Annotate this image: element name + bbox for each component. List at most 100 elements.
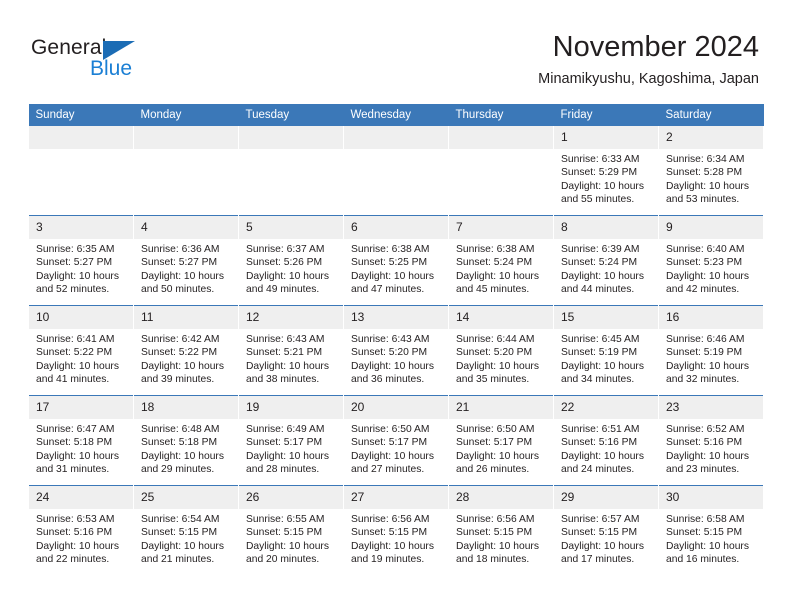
sunrise-text: Sunrise: 6:53 AM [36,514,115,525]
sunset-text: Sunset: 5:17 PM [456,437,533,449]
calendar-day-cell[interactable]: 29 Sunrise: 6:57 AM Sunset: 5:15 PM Dayligh… [553,485,659,575]
sunrise-text: Sunrise: 6:41 AM [36,334,115,345]
day-number: 23 [659,396,763,419]
day-number [134,126,238,149]
sunrise-text: Sunrise: 6:56 AM [351,514,430,525]
calendar-day-cell[interactable]: 22 Sunrise: 6:51 AM Sunset: 5:16 PM Dayligh… [553,395,659,486]
calendar-week-row: 24 Sunrise: 6:53 AM Sunset: 5:16 PM Dayligh… [28,485,764,575]
calendar-body: 1 Sunrise: 6:33 AM Sunset: 5:29 PM Daylight… [28,126,764,575]
calendar-day-cell[interactable]: 9 Sunrise: 6:40 AM Sunset: 5:23 PM Daylight… [658,215,764,306]
day-number: 13 [344,306,448,329]
calendar-day-cell-empty [28,126,134,216]
calendar-week-row: 10 Sunrise: 6:41 AM Sunset: 5:22 PM Dayligh… [28,305,764,396]
day-details: Sunrise: 6:53 AM Sunset: 5:16 PM Daylight:… [29,509,133,566]
sunrise-text: Sunrise: 6:50 AM [456,424,535,435]
daylight-text-line1: Daylight: 10 hours [246,540,329,552]
sunset-text: Sunset: 5:15 PM [246,527,323,539]
sunrise-text: Sunrise: 6:33 AM [561,154,640,165]
title-block: November 2024 Minamikyushu, Kagoshima, J… [538,30,759,88]
daylight-text-line1: Daylight: 10 hours [141,450,224,462]
daylight-text-line1: Daylight: 10 hours [36,540,119,552]
day-details: Sunrise: 6:45 AM Sunset: 5:19 PM Daylight:… [554,329,658,386]
sunset-text: Sunset: 5:19 PM [666,347,743,359]
daylight-text-line1: Daylight: 10 hours [456,360,539,372]
calendar-day-cell[interactable]: 25 Sunrise: 6:54 AM Sunset: 5:15 PM Dayligh… [133,485,239,575]
calendar-day-cell[interactable]: 7 Sunrise: 6:38 AM Sunset: 5:24 PM Daylight… [448,215,554,306]
sunrise-text: Sunrise: 6:50 AM [351,424,430,435]
day-number: 30 [659,486,763,509]
sunrise-text: Sunrise: 6:43 AM [246,334,325,345]
daylight-text-line1: Daylight: 10 hours [36,360,119,372]
calendar-day-cell[interactable]: 27 Sunrise: 6:56 AM Sunset: 5:15 PM Dayligh… [343,485,449,575]
sunrise-text: Sunrise: 6:35 AM [36,244,115,255]
day-details: Sunrise: 6:43 AM Sunset: 5:21 PM Daylight:… [239,329,343,386]
calendar-day-cell[interactable]: 26 Sunrise: 6:55 AM Sunset: 5:15 PM Dayligh… [238,485,344,575]
sunset-text: Sunset: 5:22 PM [141,347,218,359]
daylight-text-line1: Daylight: 10 hours [36,270,119,282]
calendar-day-cell[interactable]: 19 Sunrise: 6:49 AM Sunset: 5:17 PM Dayligh… [238,395,344,486]
daylight-text-line1: Daylight: 10 hours [246,270,329,282]
daylight-text-line2: and 42 minutes. [666,283,740,295]
daylight-text-line2: and 50 minutes. [141,283,215,295]
calendar-day-cell[interactable]: 18 Sunrise: 6:48 AM Sunset: 5:18 PM Dayligh… [133,395,239,486]
sunset-text: Sunset: 5:15 PM [561,527,638,539]
day-details: Sunrise: 6:37 AM Sunset: 5:26 PM Daylight:… [239,239,343,296]
calendar-day-cell[interactable]: 10 Sunrise: 6:41 AM Sunset: 5:22 PM Dayligh… [28,305,134,396]
sunset-text: Sunset: 5:21 PM [246,347,323,359]
day-number [29,126,133,149]
calendar-day-cell[interactable]: 17 Sunrise: 6:47 AM Sunset: 5:18 PM Dayligh… [28,395,134,486]
calendar-day-cell-empty [343,126,449,216]
daylight-text-line2: and 47 minutes. [351,283,425,295]
weekday-header-tuesday: Tuesday [238,104,344,126]
calendar-day-cell[interactable]: 28 Sunrise: 6:56 AM Sunset: 5:15 PM Dayligh… [448,485,554,575]
daylight-text-line2: and 49 minutes. [246,283,320,295]
calendar-day-cell[interactable]: 2 Sunrise: 6:34 AM Sunset: 5:28 PM Daylight… [658,126,764,216]
calendar-day-cell[interactable]: 21 Sunrise: 6:50 AM Sunset: 5:17 PM Dayligh… [448,395,554,486]
sunset-text: Sunset: 5:15 PM [351,527,428,539]
daylight-text-line1: Daylight: 10 hours [666,180,749,192]
calendar-day-cell[interactable]: 23 Sunrise: 6:52 AM Sunset: 5:16 PM Dayligh… [658,395,764,486]
calendar-day-cell[interactable]: 8 Sunrise: 6:39 AM Sunset: 5:24 PM Daylight… [553,215,659,306]
calendar-day-cell[interactable]: 4 Sunrise: 6:36 AM Sunset: 5:27 PM Daylight… [133,215,239,306]
calendar-day-cell[interactable]: 13 Sunrise: 6:43 AM Sunset: 5:20 PM Dayligh… [343,305,449,396]
calendar-day-cell[interactable]: 15 Sunrise: 6:45 AM Sunset: 5:19 PM Dayligh… [553,305,659,396]
sunset-text: Sunset: 5:19 PM [561,347,638,359]
logo-text-blue: Blue [90,57,133,80]
sunrise-text: Sunrise: 6:39 AM [561,244,640,255]
daylight-text-line1: Daylight: 10 hours [561,180,644,192]
sunset-text: Sunset: 5:15 PM [456,527,533,539]
sunrise-text: Sunrise: 6:36 AM [141,244,220,255]
calendar-day-cell[interactable]: 3 Sunrise: 6:35 AM Sunset: 5:27 PM Daylight… [28,215,134,306]
calendar-day-cell[interactable]: 12 Sunrise: 6:43 AM Sunset: 5:21 PM Dayligh… [238,305,344,396]
daylight-text-line2: and 32 minutes. [666,373,740,385]
calendar-day-cell[interactable]: 1 Sunrise: 6:33 AM Sunset: 5:29 PM Daylight… [553,126,659,216]
sunrise-text: Sunrise: 6:48 AM [141,424,220,435]
calendar-day-cell[interactable]: 5 Sunrise: 6:37 AM Sunset: 5:26 PM Daylight… [238,215,344,306]
calendar-day-cell[interactable]: 20 Sunrise: 6:50 AM Sunset: 5:17 PM Dayligh… [343,395,449,486]
calendar-day-cell[interactable]: 24 Sunrise: 6:53 AM Sunset: 5:16 PM Dayligh… [28,485,134,575]
sunset-text: Sunset: 5:27 PM [36,257,113,269]
generalblue-logo[interactable]: General Blue [31,36,231,88]
sunset-text: Sunset: 5:24 PM [456,257,533,269]
sunset-text: Sunset: 5:17 PM [351,437,428,449]
day-details: Sunrise: 6:46 AM Sunset: 5:19 PM Daylight:… [659,329,763,386]
calendar-day-cell-empty [238,126,344,216]
daylight-text-line1: Daylight: 10 hours [666,270,749,282]
sunset-text: Sunset: 5:29 PM [561,167,638,179]
calendar-day-cell-empty [448,126,554,216]
page-title: November 2024 [552,31,759,63]
calendar-day-cell[interactable]: 6 Sunrise: 6:38 AM Sunset: 5:25 PM Daylight… [343,215,449,306]
daylight-text-line1: Daylight: 10 hours [666,450,749,462]
day-details: Sunrise: 6:54 AM Sunset: 5:15 PM Daylight:… [134,509,238,566]
day-number: 12 [239,306,343,329]
calendar-day-cell[interactable]: 11 Sunrise: 6:42 AM Sunset: 5:22 PM Dayligh… [133,305,239,396]
calendar-day-cell[interactable]: 16 Sunrise: 6:46 AM Sunset: 5:19 PM Dayligh… [658,305,764,396]
day-number: 24 [29,486,133,509]
calendar-day-cell-empty [133,126,239,216]
sunset-text: Sunset: 5:15 PM [666,527,743,539]
day-details: Sunrise: 6:38 AM Sunset: 5:24 PM Daylight:… [449,239,553,296]
sunrise-text: Sunrise: 6:38 AM [351,244,430,255]
daylight-text-line1: Daylight: 10 hours [561,540,644,552]
calendar-day-cell[interactable]: 30 Sunrise: 6:58 AM Sunset: 5:15 PM Dayligh… [658,485,764,575]
calendar-day-cell[interactable]: 14 Sunrise: 6:44 AM Sunset: 5:20 PM Dayligh… [448,305,554,396]
